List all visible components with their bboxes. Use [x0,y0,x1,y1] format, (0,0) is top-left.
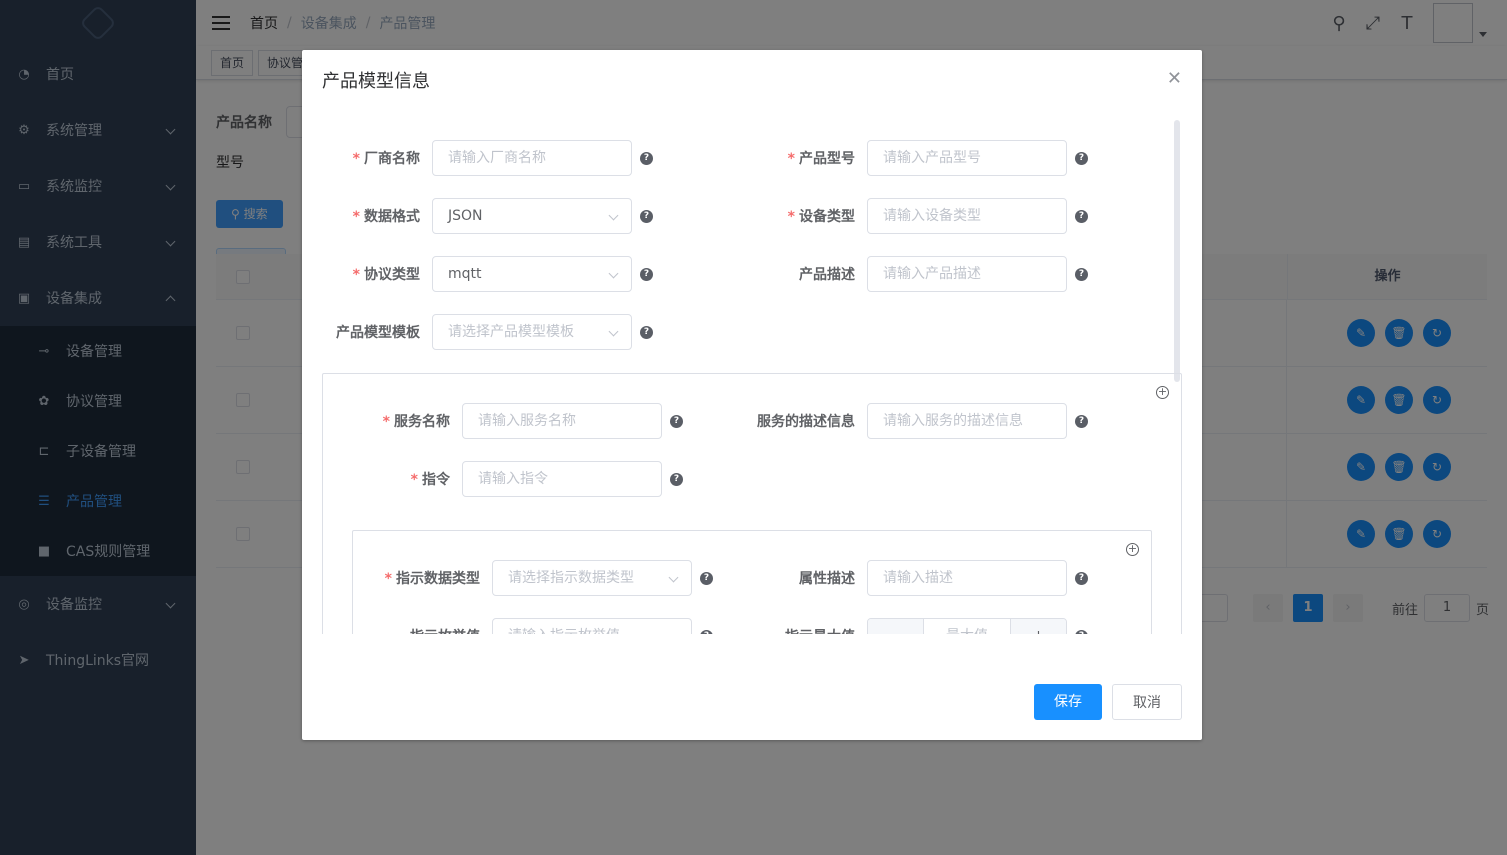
close-icon[interactable]: ✕ [1167,68,1182,89]
help-icon[interactable]: ? [640,325,653,339]
attr-desc-input[interactable]: 请输入描述 [867,560,1067,596]
form-item-protocol: * 协议类型 mqtt ? [322,256,653,292]
device-type-input[interactable]: 请输入设备类型 [867,198,1067,234]
data-type-select-placeholder: 请选择指示数据类型 [508,570,634,586]
help-icon[interactable]: ? [1075,414,1088,428]
service-desc-label: 服务的描述信息 [757,414,855,430]
max-value-label: 指示最大值 [757,626,867,634]
chevron-down-icon [608,210,619,221]
form-item-service-name: * 服务名称 请输入服务名称 ? [352,403,683,439]
form-item-command: * 指令 请输入指令 ? [352,461,683,497]
vendor-input[interactable]: 请输入厂商名称 [432,140,632,176]
template-select-placeholder: 请选择产品模型模板 [448,324,574,340]
increment-button[interactable]: + [1010,619,1066,634]
vendor-label: * 厂商名称 [352,151,420,167]
desc-input[interactable]: 请输入产品描述 [867,256,1067,292]
help-icon[interactable]: ? [640,267,653,281]
decrement-button[interactable] [868,619,924,634]
dialog-body: * 厂商名称 请输入厂商名称 ? * 产品型号 请输入产品型号 ? * 数据格式 JS… [302,124,1202,634]
help-icon[interactable]: ? [640,209,653,223]
dialog-footer: 保存 取消 [1024,684,1182,720]
help-icon[interactable]: ? [670,472,683,486]
help-icon[interactable]: ? [1075,267,1088,281]
help-icon[interactable]: ? [670,414,683,428]
attr-desc-label: 属性描述 [799,571,855,587]
format-select-value: JSON [448,208,483,224]
chevron-down-icon [608,268,619,279]
help-icon[interactable]: ? [700,571,713,585]
form-item-template: 产品模型模板 请选择产品模型模板 ? [322,314,653,350]
command-label: * 指令 [410,472,450,488]
template-select[interactable]: 请选择产品模型模板 [432,314,632,350]
form-item-enum-value: 指示枚举值 请输入指示枚举值 ? [362,618,713,634]
device-type-label: * 设备类型 [787,209,855,225]
enum-value-input[interactable]: 请输入指示枚举值 [492,618,692,634]
enum-value-label: 指示枚举值 [362,626,492,634]
help-icon[interactable]: ? [640,151,653,165]
chevron-down-icon [668,572,679,583]
command-input[interactable]: 请输入指令 [462,461,662,497]
format-select[interactable]: JSON [432,198,632,234]
protocol-label: * 协议类型 [352,267,420,283]
data-type-label: * 指示数据类型 [384,571,480,587]
save-button[interactable]: 保存 [1034,684,1102,720]
form-item-device-type: * 设备类型 请输入设备类型 ? [757,198,1088,234]
form-item-max-value: 指示最大值 最大值 + ? [757,618,1088,634]
chevron-down-icon [608,326,619,337]
form-item-data-type: * 指示数据类型 请选择指示数据类型 ? [362,560,713,596]
form-item-format: * 数据格式 JSON ? [322,198,653,234]
help-icon[interactable]: ? [1075,151,1088,165]
add-service-icon[interactable]: + [1156,386,1169,399]
cancel-button[interactable]: 取消 [1112,684,1182,720]
help-icon[interactable]: ? [1075,209,1088,223]
form-item-model: * 产品型号 请输入产品型号 ? [757,140,1088,176]
help-icon[interactable]: ? [1075,571,1088,585]
help-icon[interactable]: ? [700,629,713,634]
protocol-select-value: mqtt [448,266,482,282]
dialog-title: 产品模型信息 [322,71,430,92]
help-icon[interactable]: ? [1075,629,1088,634]
template-label: 产品模型模板 [336,325,420,341]
product-model-dialog: 产品模型信息 ✕ * 厂商名称 请输入厂商名称 ? * 产品型号 请输入产品型号 ?… [302,50,1202,740]
service-name-label: * 服务名称 [382,414,450,430]
form-item-attr-desc: 属性描述 请输入描述 ? [757,560,1088,596]
add-property-icon[interactable]: + [1126,543,1139,556]
service-name-input[interactable]: 请输入服务名称 [462,403,662,439]
form-item-desc: 产品描述 请输入产品描述 ? [757,256,1088,292]
protocol-select[interactable]: mqtt [432,256,632,292]
data-type-select[interactable]: 请选择指示数据类型 [492,560,692,596]
model-input[interactable]: 请输入产品型号 [867,140,1067,176]
model-label: * 产品型号 [787,151,855,167]
service-desc-input[interactable]: 请输入服务的描述信息 [867,403,1067,439]
desc-label: 产品描述 [799,267,855,283]
form-item-vendor: * 厂商名称 请输入厂商名称 ? [322,140,653,176]
format-label: * 数据格式 [352,209,420,225]
max-value-stepper[interactable]: 最大值 + [867,618,1067,634]
form-item-service-desc: 服务的描述信息 请输入服务的描述信息 ? [737,403,1088,439]
max-value-placeholder: 最大值 [924,619,1010,634]
